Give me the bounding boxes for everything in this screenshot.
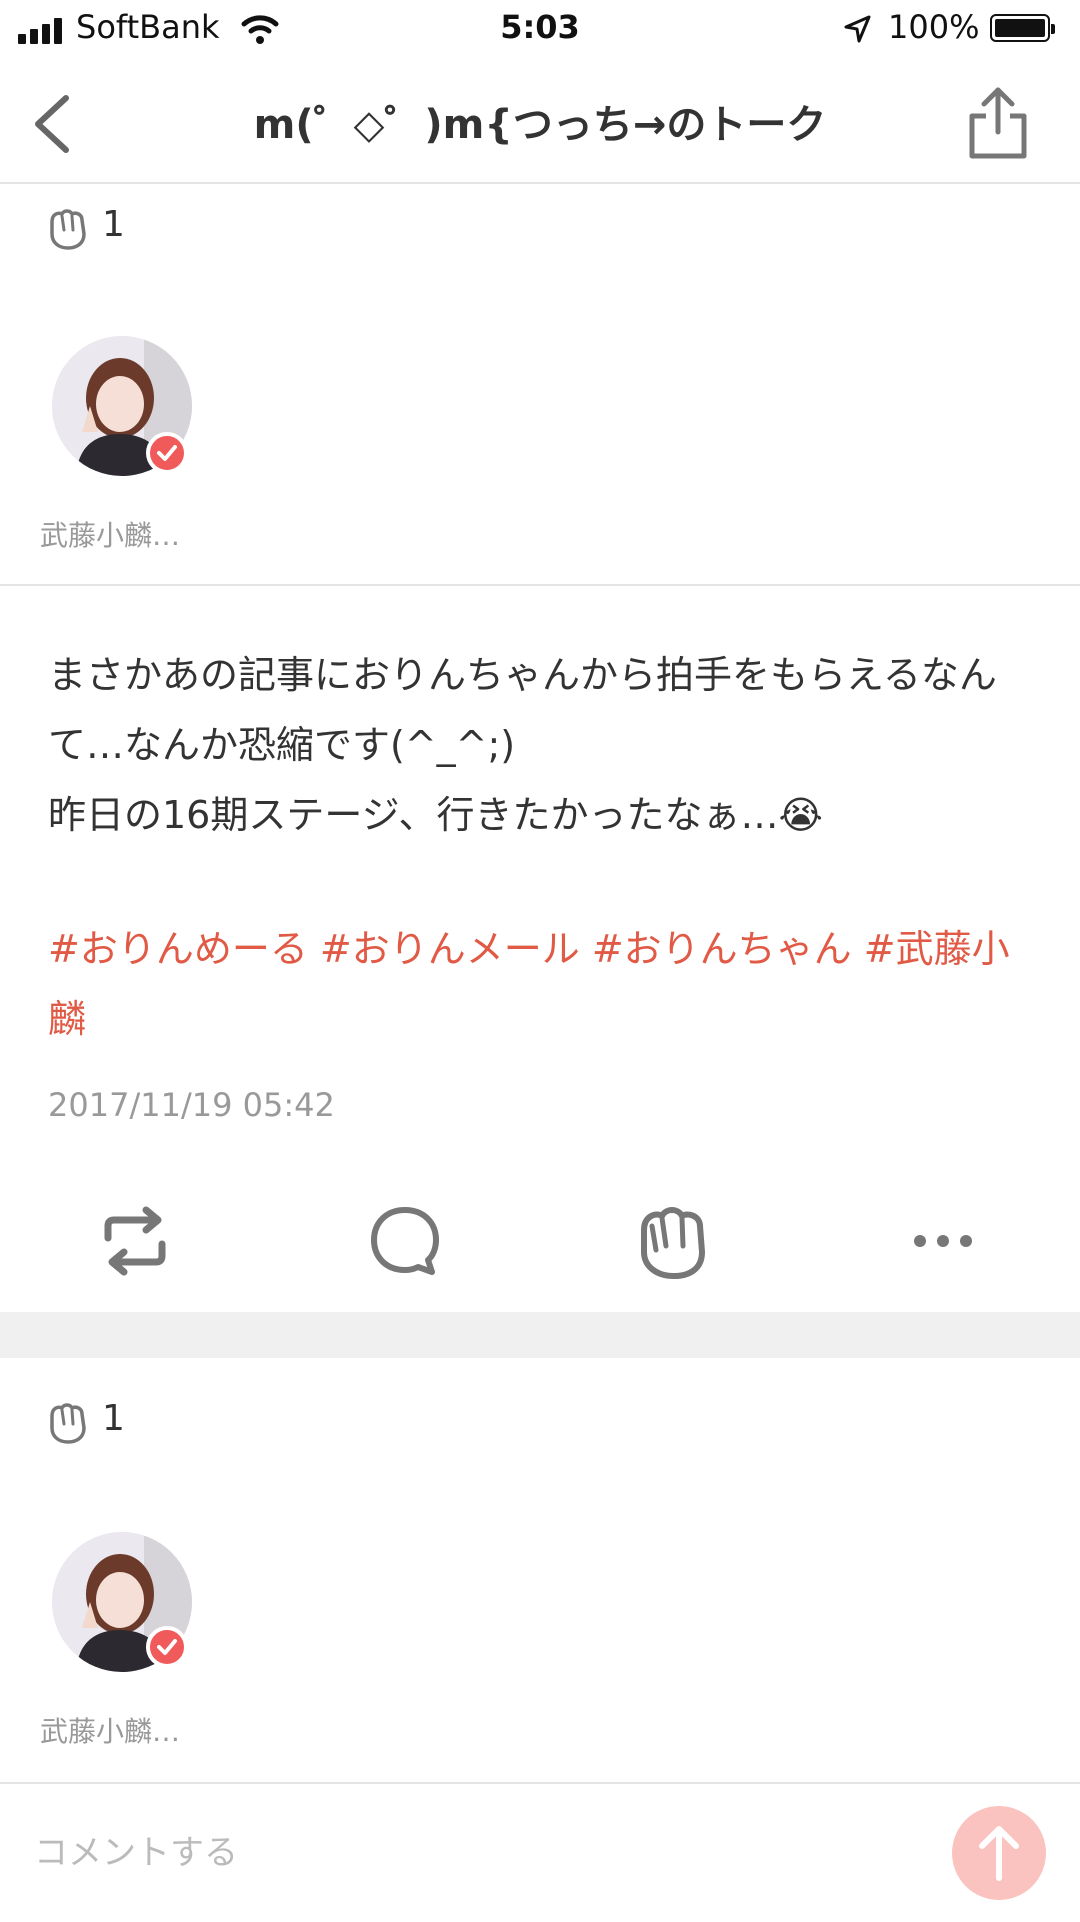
hashtag-links[interactable]: #おりんめーる #おりんメール #おりんちゃん #武藤小麟 [48,914,1038,1054]
page-title: m(゜◇゜)m{つっち→のトーク [253,102,827,148]
post-body: まさかあの記事におりんちゃんから拍手をもらえるなんて…なんか恐縮です(^_^;)… [48,653,997,837]
verified-badge-icon [146,1626,188,1668]
author-name[interactable]: 武藤小麟… [40,1710,180,1750]
arrow-up-icon [979,1826,1019,1881]
chevron-left-icon[interactable] [28,92,78,156]
repost-icon[interactable] [90,1196,180,1286]
divider [0,584,1080,586]
location-arrow-icon [844,15,871,43]
send-button[interactable] [952,1806,1046,1900]
clap-count-value: 1 [102,1398,125,1439]
share-icon[interactable] [966,82,1030,162]
status-bar: SoftBank 5:03 100% [0,0,1080,62]
battery-icon [990,14,1055,42]
nav-header: m(゜◇゜)m{つっち→のトーク [0,62,1080,184]
section-separator [0,1312,1080,1358]
comment-input[interactable] [32,1822,736,1884]
author-name[interactable]: 武藤小麟… [40,514,180,554]
clap-icon [50,1403,86,1444]
clap-icon[interactable] [628,1196,718,1286]
battery-percent: 100% [888,8,980,46]
comment-bar [0,1782,1080,1922]
post-timestamp: 2017/11/19 05:42 [48,1086,335,1124]
verified-badge-icon [146,432,188,474]
clap-icon [50,209,86,250]
clap-count-value: 1 [102,204,125,245]
more-icon[interactable] [898,1196,988,1286]
comment-icon[interactable] [360,1196,450,1286]
